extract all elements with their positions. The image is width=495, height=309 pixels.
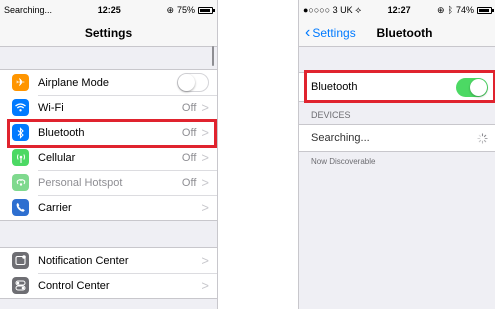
bluetooth-status-icon: ᛒ	[447, 5, 453, 15]
bluetooth-toggle[interactable]	[456, 77, 488, 97]
spinner-icon	[477, 132, 488, 144]
carrier-status: Searching...	[4, 5, 53, 15]
clock: 12:27	[387, 5, 411, 15]
scroll-indicator	[212, 46, 214, 66]
connectivity-group: ✈ Airplane Mode Wi-Fi Off > Bluetooth Of…	[0, 69, 217, 221]
discoverable-note: Now Discoverable	[311, 157, 376, 166]
location-icon: ⊕	[166, 4, 174, 15]
carrier-icon	[12, 199, 29, 216]
settings-row-notification-center[interactable]: Notification Center >	[0, 248, 217, 273]
nav-bar: Settings	[0, 20, 217, 47]
clock: 12:25	[97, 5, 121, 15]
back-button[interactable]: ‹ Settings	[305, 20, 356, 46]
bluetooth-icon	[12, 124, 29, 141]
location-icon: ⊕	[437, 4, 445, 15]
page-title: Bluetooth	[376, 26, 433, 40]
battery-percent: 75%	[176, 5, 195, 15]
settings-row-carrier[interactable]: Carrier >	[0, 195, 217, 220]
control-center-icon	[12, 277, 29, 294]
settings-row-control-center[interactable]: Control Center >	[0, 273, 217, 298]
carrier-status: ●○○○○ 3 UK ⟡	[303, 4, 362, 15]
wifi-signal-icon: ⟡	[355, 4, 362, 15]
chevron-right-icon: >	[201, 125, 209, 140]
chevron-left-icon: ‹	[305, 24, 311, 41]
page-title: Settings	[84, 26, 133, 40]
notification-center-icon	[12, 252, 29, 269]
device-searching-row: Searching...	[299, 124, 495, 152]
settings-screen: Searching... 12:25 ⊕ 75% Settings ✈ Airp…	[0, 0, 218, 309]
chevron-right-icon: >	[201, 150, 209, 165]
settings-row-airplane-mode[interactable]: ✈ Airplane Mode	[0, 70, 217, 95]
chevron-right-icon: >	[201, 100, 209, 115]
chevron-right-icon: >	[201, 175, 209, 190]
status-bar: Searching... 12:25 ⊕ 75%	[0, 0, 217, 20]
battery-icon	[476, 6, 494, 14]
settings-row-personal-hotspot[interactable]: Personal Hotspot Off >	[0, 170, 217, 195]
chevron-right-icon: >	[201, 200, 209, 215]
hotspot-icon	[12, 174, 29, 191]
nav-bar: ‹ Settings Bluetooth	[299, 20, 495, 47]
airplane-mode-toggle[interactable]	[177, 73, 209, 92]
settings-row-wifi[interactable]: Wi-Fi Off >	[0, 95, 217, 120]
airplane-icon: ✈	[12, 74, 29, 91]
wifi-icon	[12, 99, 29, 116]
system-group: Notification Center > Control Center >	[0, 247, 217, 299]
chevron-right-icon: >	[201, 253, 209, 268]
settings-row-bluetooth[interactable]: Bluetooth Off >	[0, 120, 217, 145]
battery-percent: 74%	[455, 5, 474, 15]
settings-row-cellular[interactable]: Cellular Off >	[0, 145, 217, 170]
bluetooth-toggle-row[interactable]: Bluetooth	[299, 72, 495, 102]
chevron-right-icon: >	[201, 278, 209, 293]
cellular-icon	[12, 149, 29, 166]
bluetooth-screen: ●○○○○ 3 UK ⟡ 12:27 ⊕ ᛒ 74% ‹ Settings Bl…	[298, 0, 495, 309]
status-bar: ●○○○○ 3 UK ⟡ 12:27 ⊕ ᛒ 74%	[299, 0, 495, 20]
devices-header: DEVICES	[311, 110, 351, 120]
battery-icon	[198, 6, 215, 14]
